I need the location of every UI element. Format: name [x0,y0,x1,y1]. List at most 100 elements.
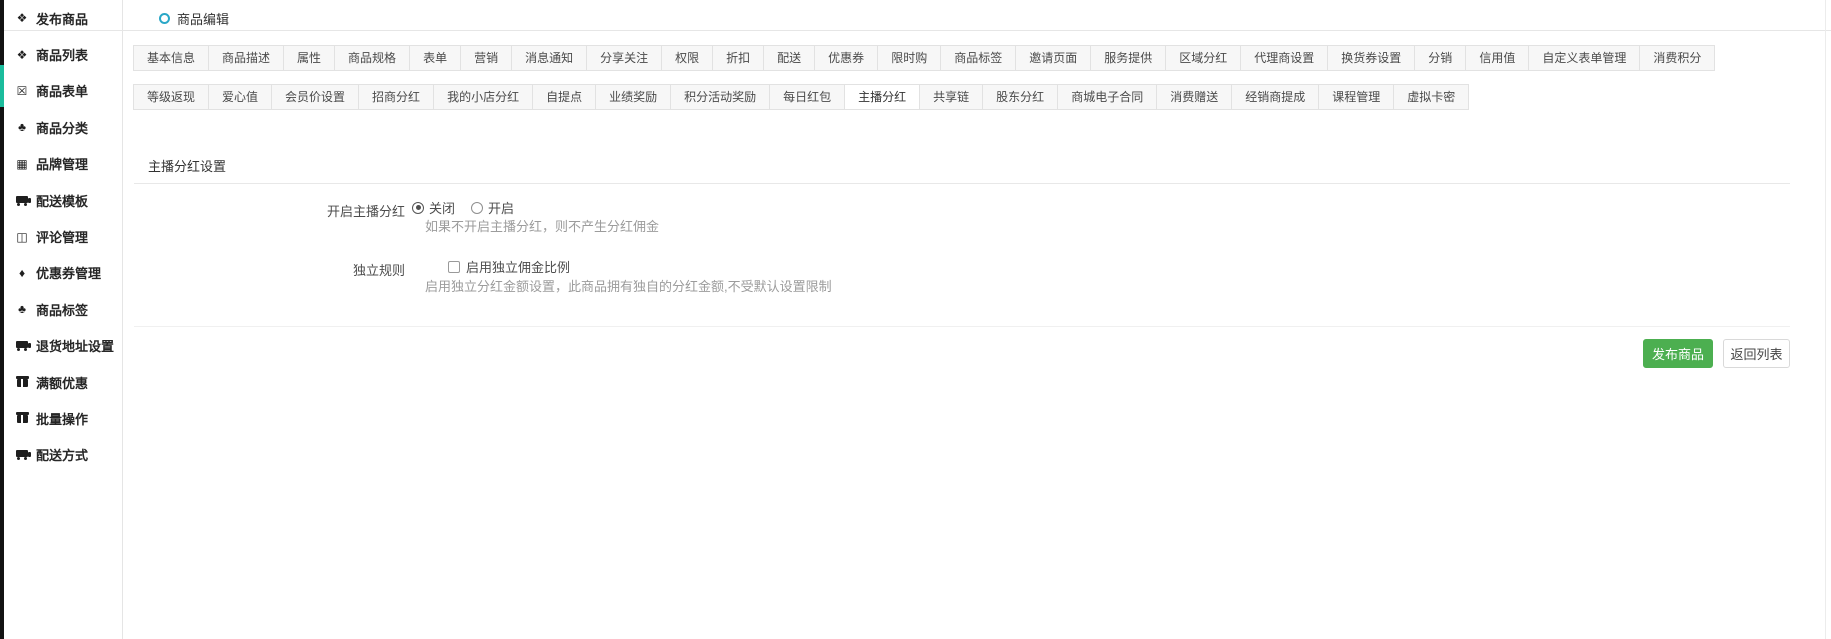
sidebar-item-label: 满额优惠 [36,375,89,391]
product-edit-page: ❖ 发布商品 ❖ 商品列表 ☒ 商品表单 ♣ 商品分类 ▦ 品牌管理配送模板 ◫ 评论管理 ♦ 优惠券管理… [0,0,1831,639]
gift-icon [15,376,29,388]
tab-item[interactable]: 换货券设置 [1327,45,1416,71]
columns-icon: ◫ [16,229,28,244]
truck-icon [15,341,31,352]
sidebar-item-label: 批量操作 [36,411,89,427]
truck-icon [15,450,31,461]
sidebar-item-full-discount[interactable]: 满额优惠 [4,364,122,400]
independent-commission-checkbox-label[interactable]: 启用独立佣金比例 [466,257,570,276]
anchor-dividend-label: 开启主播分红 [326,204,405,219]
briefcase-icon: ▦ [16,156,28,171]
sidebar-item-return-address[interactable]: 退货地址设置 [4,328,122,364]
sidebar-item-label: 退货地址设置 [36,339,115,355]
tab-item[interactable]: 服务提供 [1090,45,1167,71]
sidebar: ❖ 发布商品 ❖ 商品列表 ☒ 商品表单 ♣ 商品分类 ▦ 品牌管理 配送模板 ◫ 评论管理 ♦ 优惠券管理… [4,0,123,639]
sidebar-item-label: 商品标签 [36,302,89,318]
radio-option-close[interactable]: 关闭 [412,198,455,217]
sitemap-icon: ♣ [18,302,26,317]
sidebar-item-label: 配送模板 [36,193,89,209]
tab-item[interactable]: 每日红包 [769,84,846,110]
back-to-list-button[interactable]: 返回列表 [1723,339,1790,368]
radio-option-open[interactable]: 开启 [471,198,514,217]
independent-rule-group: 启用独立佣金比例 [448,257,570,276]
sitemap-icon: ♣ [18,120,26,135]
sidebar-item-coupon-management[interactable]: ♦ 优惠券管理 [4,255,122,291]
sidebar-menu: ❖ 发布商品 ❖ 商品列表 ☒ 商品表单 ♣ 商品分类 ▦ 品牌管理 配送模板 ◫ 评论管理 ♦ 优惠券管理… [4,0,122,473]
tab-item[interactable]: 消费积分 [1639,45,1716,71]
tab-item[interactable]: 会员价设置 [271,84,360,110]
tab-item[interactable]: 股东分红 [982,84,1059,110]
sidebar-item-product-form[interactable]: ☒ 商品表单 [4,73,122,109]
independent-rule-label: 独立规则 [352,263,405,278]
tab-item[interactable]: 共享链 [919,84,984,110]
tab-item[interactable]: 营销 [460,45,513,71]
tab-item[interactable]: 我的小店分红 [433,84,534,110]
anchor-dividend-help: 如果不开启主播分红，则不产生分红佣金 [425,219,660,234]
tab-item[interactable]: 邀请页面 [1015,45,1092,71]
tab-item[interactable]: 分销 [1414,45,1467,71]
sidebar-item-batch-operation[interactable]: 批量操作 [4,400,122,436]
tab-item[interactable]: 积分活动奖励 [670,84,771,110]
section-title: 主播分红设置 [148,159,227,174]
tab-item[interactable]: 商品标签 [940,45,1017,71]
tab-item[interactable]: 属性 [283,45,336,71]
sidebar-item-product-list[interactable]: ❖ 商品列表 [4,36,122,72]
radio-open-label[interactable]: 开启 [488,198,514,217]
tab-item-active[interactable]: 主播分红 [844,84,921,110]
tab-item[interactable]: 商品规格 [334,45,411,71]
breadcrumb: 商品编辑 [159,9,229,28]
independent-rule-help: 启用独立分红金额设置，此商品拥有独自的分红金额,不受默认设置限制 [425,279,832,294]
sidebar-item-product-tags[interactable]: ♣ 商品标签 [4,291,122,327]
sidebar-item-brand-management[interactable]: ▦ 品牌管理 [4,146,122,182]
tab-item[interactable]: 表单 [409,45,462,71]
tab-item[interactable]: 自提点 [532,84,597,110]
tab-item[interactable]: 商品描述 [208,45,285,71]
tab-item[interactable]: 配送 [763,45,816,71]
tab-item[interactable]: 权限 [661,45,714,71]
cubes-icon: ❖ [16,11,28,26]
tags-icon: ♦ [18,265,26,280]
circle-status-icon [159,13,170,24]
tab-item[interactable]: 业绩奖励 [595,84,672,110]
tab-item[interactable]: 限时购 [877,45,942,71]
sidebar-item-label: 商品表单 [36,84,89,100]
tab-item[interactable]: 代理商设置 [1240,45,1329,71]
tab-item[interactable]: 消费赠送 [1156,84,1233,110]
tab-item[interactable]: 等级返现 [133,84,210,110]
sidebar-item-shipping-method[interactable]: 配送方式 [4,437,122,473]
footer-divider [134,326,1790,327]
sidebar-item-product-category[interactable]: ♣ 商品分类 [4,109,122,145]
sidebar-item-label: 配送方式 [36,448,89,464]
product-edit-tabs: 基本信息 商品描述 属性 商品规格 表单 营销 消息通知 分享关注 权限 折扣 配送 优惠券 限时购 商品… [133,45,1790,110]
independent-commission-checkbox[interactable] [448,260,460,273]
sidebar-item-label: 品牌管理 [36,157,89,173]
radio-close-icon[interactable] [412,201,424,214]
tab-item[interactable]: 消息通知 [511,45,588,71]
tab-item[interactable]: 自定义表单管理 [1528,45,1641,71]
tab-item[interactable]: 商城电子合同 [1057,84,1158,110]
gift-icon [15,412,29,424]
radio-close-label[interactable]: 关闭 [429,198,455,217]
sidebar-item-label: 商品分类 [36,120,89,136]
cubes-icon: ❖ [16,47,28,62]
tab-item[interactable]: 经销商提成 [1231,84,1320,110]
tab-item[interactable]: 虚拟卡密 [1393,84,1470,110]
publish-product-button[interactable]: 发布商品 [1643,339,1713,368]
tab-item[interactable]: 区域分红 [1165,45,1242,71]
header-divider [4,30,1831,31]
tab-item[interactable]: 课程管理 [1318,84,1395,110]
tab-item[interactable]: 分享关注 [586,45,663,71]
tab-item[interactable]: 招商分红 [358,84,435,110]
sidebar-item-review-management[interactable]: ◫ 评论管理 [4,218,122,254]
tab-item[interactable]: 优惠券 [814,45,879,71]
tab-item[interactable]: 爱心值 [208,84,273,110]
sidebar-item-shipping-template[interactable]: 配送模板 [4,182,122,218]
tab-item[interactable]: 信用值 [1465,45,1530,71]
page-title: 商品编辑 [177,12,230,27]
sidebar-item-label: 优惠券管理 [36,266,102,282]
tab-item[interactable]: 基本信息 [133,45,210,71]
tab-item[interactable]: 折扣 [712,45,765,71]
scrollbar-track-line [1825,0,1826,639]
radio-open-icon[interactable] [471,201,484,214]
anchor-dividend-radio-group: 关闭 开启 [412,198,514,217]
